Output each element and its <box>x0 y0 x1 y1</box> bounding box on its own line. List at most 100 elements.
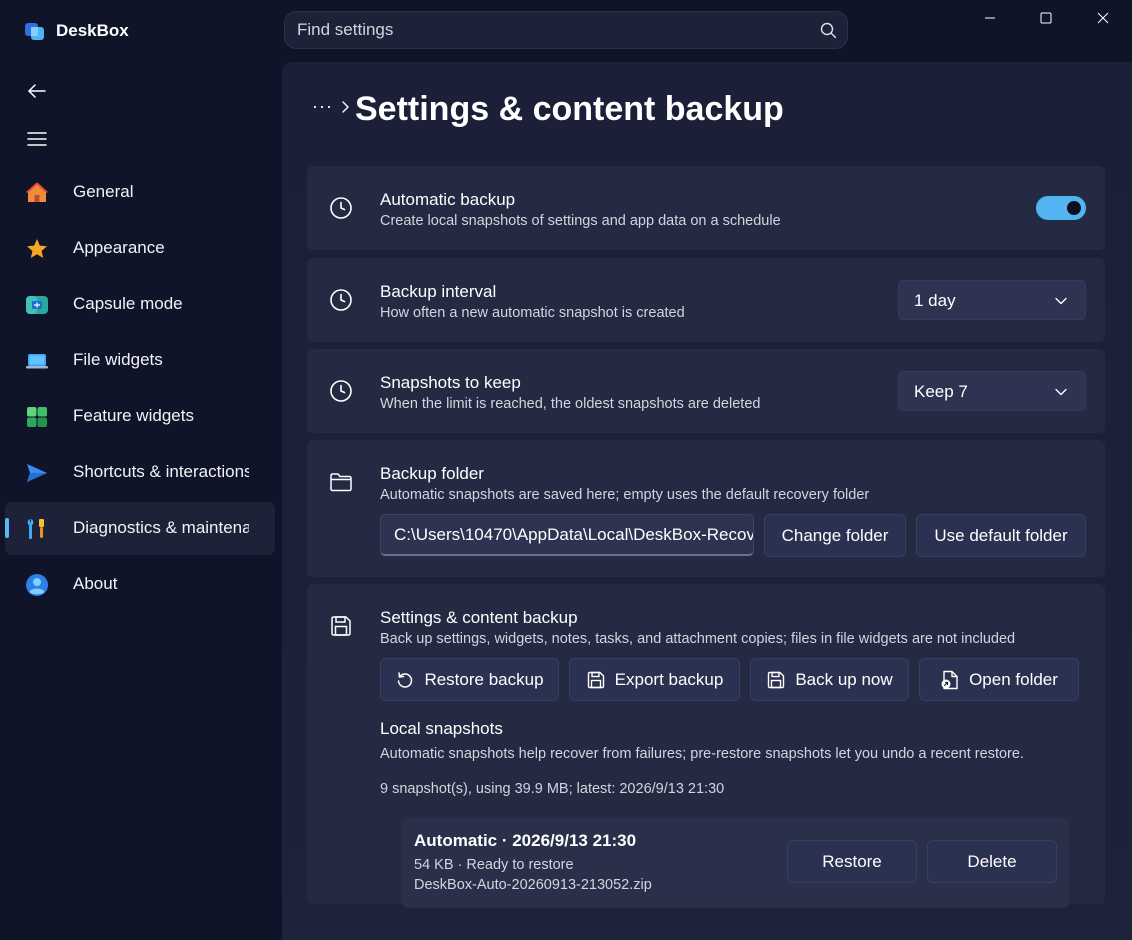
snapshots-to-keep-select[interactable]: Keep 7 <box>898 371 1086 411</box>
snapshots-to-keep-card: Snapshots to keep When the limit is reac… <box>307 349 1105 433</box>
person-icon <box>26 574 48 596</box>
backup-folder-path-input[interactable] <box>380 514 754 556</box>
sidebar-item-feature-widgets[interactable]: Feature widgets <box>5 390 275 443</box>
title-bar: DeskBox <box>0 0 1132 62</box>
sidebar-item-label: Shortcuts & interactions <box>73 462 249 481</box>
backup-interval-select[interactable]: 1 day <box>898 280 1086 320</box>
backup-folder-title: Backup folder <box>380 464 484 483</box>
settings-backup-title: Settings & content backup <box>380 608 578 627</box>
chevron-down-icon <box>1055 388 1067 396</box>
snapshot-item: Automatic · 2026/9/13 21:30 54 KB · Read… <box>402 818 1069 908</box>
button-label: Export backup <box>614 669 724 689</box>
clock-icon <box>330 380 352 402</box>
close-button[interactable] <box>1075 0 1131 36</box>
active-indicator <box>5 518 9 538</box>
sidebar-item-about[interactable]: About <box>5 558 275 611</box>
restore-icon <box>398 671 413 688</box>
open-file-icon <box>941 670 958 689</box>
clock-icon <box>330 289 352 311</box>
sidebar-item-general[interactable]: General <box>5 166 275 219</box>
home-icon <box>26 182 48 202</box>
star-icon <box>27 239 47 258</box>
snapshots-to-keep-title: Snapshots to keep <box>380 373 521 392</box>
select-value: 1 day <box>914 291 956 310</box>
chevron-down-icon <box>1055 297 1067 305</box>
sidebar-item-label: General <box>73 182 134 201</box>
sidebar-item-label: About <box>73 574 118 593</box>
automatic-backup-toggle[interactable] <box>1036 196 1086 220</box>
capsule-icon <box>26 296 48 314</box>
sidebar-item-diagnostics[interactable]: Diagnostics & maintenance <box>5 502 275 555</box>
save-disk-icon <box>587 671 604 688</box>
automatic-backup-card: Automatic backup Create local snapshots … <box>307 166 1105 250</box>
snapshot-filename: DeskBox-Auto-20260913-213052.zip <box>414 877 652 893</box>
local-snapshots-heading: Local snapshots <box>380 719 503 738</box>
snapshot-summary: 9 snapshot(s), using 39.9 MB; latest: 20… <box>380 781 725 797</box>
sidebar-item-appearance[interactable]: Appearance <box>5 222 275 275</box>
backup-interval-subtitle: How often a new automatic snapshot is cr… <box>380 305 685 321</box>
automatic-backup-title: Automatic backup <box>380 190 516 209</box>
backup-interval-title: Backup interval <box>380 282 497 301</box>
chevron-right-icon <box>342 101 349 113</box>
sidebar-item-label: File widgets <box>73 350 163 369</box>
sidebar-item-label: Capsule mode <box>73 294 183 313</box>
content-area: ··· Settings & content backup Automatic … <box>282 62 1132 940</box>
clock-icon <box>330 197 352 219</box>
button-label: Restore backup <box>424 669 544 689</box>
maximize-button[interactable] <box>1018 0 1074 36</box>
laptop-icon <box>26 354 48 369</box>
button-label: Open folder <box>969 669 1058 689</box>
deskbox-logo-icon <box>25 23 44 40</box>
restore-backup-button[interactable]: Restore backup <box>380 658 559 701</box>
settings-backup-card: Settings & content backup Back up settin… <box>307 584 1105 908</box>
search-icon[interactable] <box>820 22 837 39</box>
folder-icon <box>330 473 352 492</box>
button-label: Use default folder <box>934 525 1068 545</box>
close-icon <box>1097 12 1109 24</box>
save-disk-icon <box>331 616 351 636</box>
back-arrow-icon[interactable] <box>26 81 48 101</box>
app-title: DeskBox <box>56 21 129 40</box>
automatic-backup-subtitle: Create local snapshots of settings and a… <box>380 213 781 229</box>
minimize-icon <box>985 17 995 19</box>
backup-folder-subtitle: Automatic snapshots are saved here; empt… <box>380 487 870 503</box>
snapshot-delete-button[interactable]: Delete <box>927 840 1057 883</box>
backup-interval-card: Backup interval How often a new automati… <box>307 258 1105 342</box>
snapshot-title: Automatic · 2026/9/13 21:30 <box>414 831 637 850</box>
open-folder-button[interactable]: Open folder <box>919 658 1079 701</box>
sidebar: General Appearance Capsule mode File wid… <box>0 62 282 940</box>
sidebar-item-label: Feature widgets <box>73 406 194 425</box>
button-label: Back up now <box>795 669 893 689</box>
settings-backup-subtitle: Back up settings, widgets, notes, tasks,… <box>380 631 1016 647</box>
snapshot-meta: 54 KB · Ready to restore <box>414 857 574 873</box>
hamburger-menu-icon[interactable] <box>26 130 48 148</box>
snapshots-to-keep-subtitle: When the limit is reached, the oldest sn… <box>380 396 761 412</box>
search-input[interactable] <box>297 12 797 48</box>
search-box[interactable] <box>284 11 848 49</box>
tools-icon <box>27 519 44 540</box>
sidebar-item-shortcuts[interactable]: Shortcuts & interactions <box>5 446 275 499</box>
sidebar-item-file-widgets[interactable]: File widgets <box>5 334 275 387</box>
button-label: Restore <box>822 851 882 871</box>
local-snapshots-description: Automatic snapshots help recover from fa… <box>380 746 1024 762</box>
sidebar-item-capsule-mode[interactable]: Capsule mode <box>5 278 275 331</box>
grid-icon <box>27 407 47 427</box>
snapshot-restore-button[interactable]: Restore <box>787 840 917 883</box>
backup-folder-card: Backup folder Automatic snapshots are sa… <box>307 440 1105 577</box>
button-label: Change folder <box>781 525 889 545</box>
sidebar-item-label: Appearance <box>73 238 165 257</box>
change-folder-button[interactable]: Change folder <box>764 514 906 557</box>
breadcrumb-more[interactable]: ··· <box>312 96 333 117</box>
button-label: Delete <box>967 851 1017 871</box>
toggle-knob <box>1067 201 1081 215</box>
page-title: Settings & content backup <box>355 90 784 128</box>
minimize-button[interactable] <box>962 0 1018 36</box>
maximize-icon <box>1040 12 1052 24</box>
sidebar-item-label: Diagnostics & maintenance <box>73 518 249 537</box>
use-default-folder-button[interactable]: Use default folder <box>916 514 1086 557</box>
export-backup-button[interactable]: Export backup <box>569 658 740 701</box>
send-icon <box>27 464 47 482</box>
select-value: Keep 7 <box>914 382 968 401</box>
back-up-now-button[interactable]: Back up now <box>750 658 909 701</box>
save-disk-icon <box>768 671 785 688</box>
